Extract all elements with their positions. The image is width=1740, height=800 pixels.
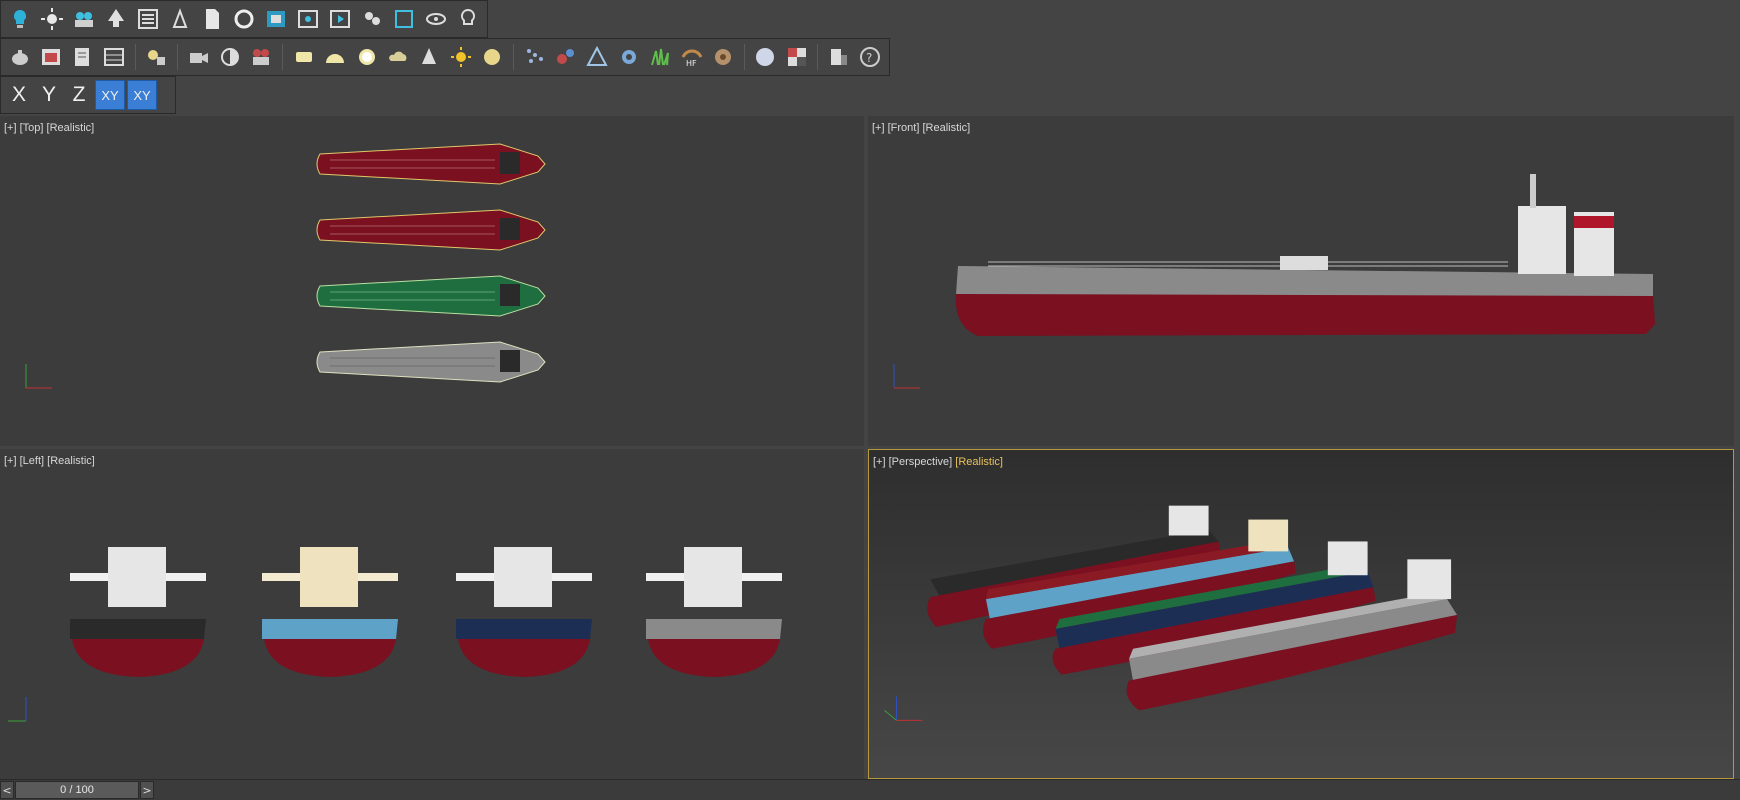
settings-icon[interactable] <box>824 42 853 72</box>
cone-icon[interactable] <box>415 42 444 72</box>
axis-gizmo <box>884 696 923 721</box>
box-view-icon[interactable] <box>261 4 291 34</box>
sphere-icon[interactable] <box>751 42 780 72</box>
scale-icon[interactable] <box>165 4 195 34</box>
ship-top-red-1 <box>316 143 546 185</box>
help-icon[interactable]: ? <box>856 42 885 72</box>
ship-bow-gray <box>646 547 782 677</box>
sphere-light-icon[interactable] <box>352 42 381 72</box>
viewport-left-label[interactable]: [+] [Left] [Realistic] <box>4 455 95 467</box>
gear-ball-icon[interactable] <box>614 42 643 72</box>
sun-burst-icon[interactable] <box>446 42 475 72</box>
viewport-perspective-canvas <box>884 505 1458 721</box>
axis-x-button[interactable]: X <box>5 80 33 110</box>
toolbar-separator <box>282 44 284 70</box>
cloud-icon[interactable] <box>383 42 412 72</box>
camera-rig-icon[interactable] <box>357 4 387 34</box>
toolbar-separator <box>512 44 514 70</box>
viewport-left-canvas <box>8 547 782 722</box>
film-camera-icon[interactable] <box>247 42 276 72</box>
sun-icon[interactable] <box>37 4 67 34</box>
molecule-icon[interactable] <box>551 42 580 72</box>
viewport-perspective-label[interactable]: [+] [Perspective] [Realistic] <box>873 456 1003 468</box>
window-icon[interactable] <box>389 4 419 34</box>
viewport-top-label[interactable]: [+] [Top] [Realistic] <box>4 122 94 134</box>
hf-icon[interactable]: HF <box>677 42 706 72</box>
tree-icon[interactable] <box>101 4 131 34</box>
axis-y-button[interactable]: Y <box>35 80 63 110</box>
render-setup-icon[interactable] <box>68 42 97 72</box>
ship-front-view <box>955 174 1655 336</box>
axis-xy-button[interactable]: XY <box>95 80 125 110</box>
list-icon[interactable] <box>133 4 163 34</box>
ship-bow-blue <box>262 547 398 677</box>
idea-icon[interactable] <box>453 4 483 34</box>
time-next-button[interactable]: > <box>140 781 154 799</box>
toolbar-separator <box>817 44 819 70</box>
render-frame-icon[interactable] <box>36 42 65 72</box>
eye-icon[interactable] <box>421 4 451 34</box>
grass-icon[interactable] <box>645 42 674 72</box>
camera-group-icon[interactable] <box>69 4 99 34</box>
axis-gizmo <box>893 364 920 389</box>
time-prev-button[interactable]: < <box>0 781 14 799</box>
plane-icon[interactable] <box>289 42 318 72</box>
time-slider-bar: < 0 / 100 > <box>0 779 1740 800</box>
axis-gizmo <box>8 697 27 722</box>
checker-icon[interactable] <box>782 42 811 72</box>
particles-icon[interactable] <box>520 42 549 72</box>
svg-text:?: ? <box>866 51 872 65</box>
shell-icon[interactable] <box>708 42 737 72</box>
ship-bow-navy <box>456 547 592 677</box>
toolbar-row-1 <box>0 0 488 38</box>
time-slider[interactable]: 0 / 100 <box>15 781 139 799</box>
axis-gizmo <box>25 364 52 389</box>
teapot-icon[interactable] <box>5 42 34 72</box>
dome-icon[interactable] <box>321 42 350 72</box>
viewport-front-label[interactable]: [+] [Front] [Realistic] <box>872 122 970 134</box>
light-bulb-icon[interactable] <box>5 4 35 34</box>
grid-table-icon[interactable] <box>99 42 128 72</box>
toolbar-row-2: HF ? <box>0 38 890 76</box>
half-sphere-icon[interactable] <box>215 42 244 72</box>
disc-icon[interactable] <box>477 42 506 72</box>
ship-top-green <box>316 275 546 317</box>
ship-top-gray <box>316 341 546 383</box>
max-workspace: HF ? X Y Z XY XY [+] [Top] [Realistic] [… <box>0 0 1740 800</box>
viewport-front[interactable]: [+] [Front] [Realistic] <box>868 116 1734 446</box>
pyramid-icon[interactable] <box>583 42 612 72</box>
axis-z-button[interactable]: Z <box>65 80 93 110</box>
axis-constraints-toolbar: X Y Z XY XY <box>0 76 176 114</box>
frame-icon[interactable] <box>293 4 323 34</box>
toolbar-separator <box>134 44 136 70</box>
viewport-top[interactable]: [+] [Top] [Realistic] <box>0 116 864 446</box>
video-camera-icon[interactable] <box>184 42 213 72</box>
ship-bow-black <box>70 547 206 677</box>
toolbar-separator <box>743 44 745 70</box>
rotate-icon[interactable] <box>229 4 259 34</box>
viewport-perspective[interactable]: [+] [Perspective] [Realistic] <box>868 449 1734 779</box>
light-lister-icon[interactable] <box>142 42 171 72</box>
viewport-top-canvas <box>25 143 546 389</box>
play-frame-icon[interactable] <box>325 4 355 34</box>
viewport-front-canvas <box>893 174 1655 389</box>
ship-top-red-2 <box>316 209 546 251</box>
svg-text:HF: HF <box>686 59 697 68</box>
axis-xy-snap-button[interactable]: XY <box>127 80 157 110</box>
document-icon[interactable] <box>197 4 227 34</box>
toolbar-separator <box>176 44 178 70</box>
viewport-left[interactable]: [+] [Left] [Realistic] <box>0 449 864 779</box>
